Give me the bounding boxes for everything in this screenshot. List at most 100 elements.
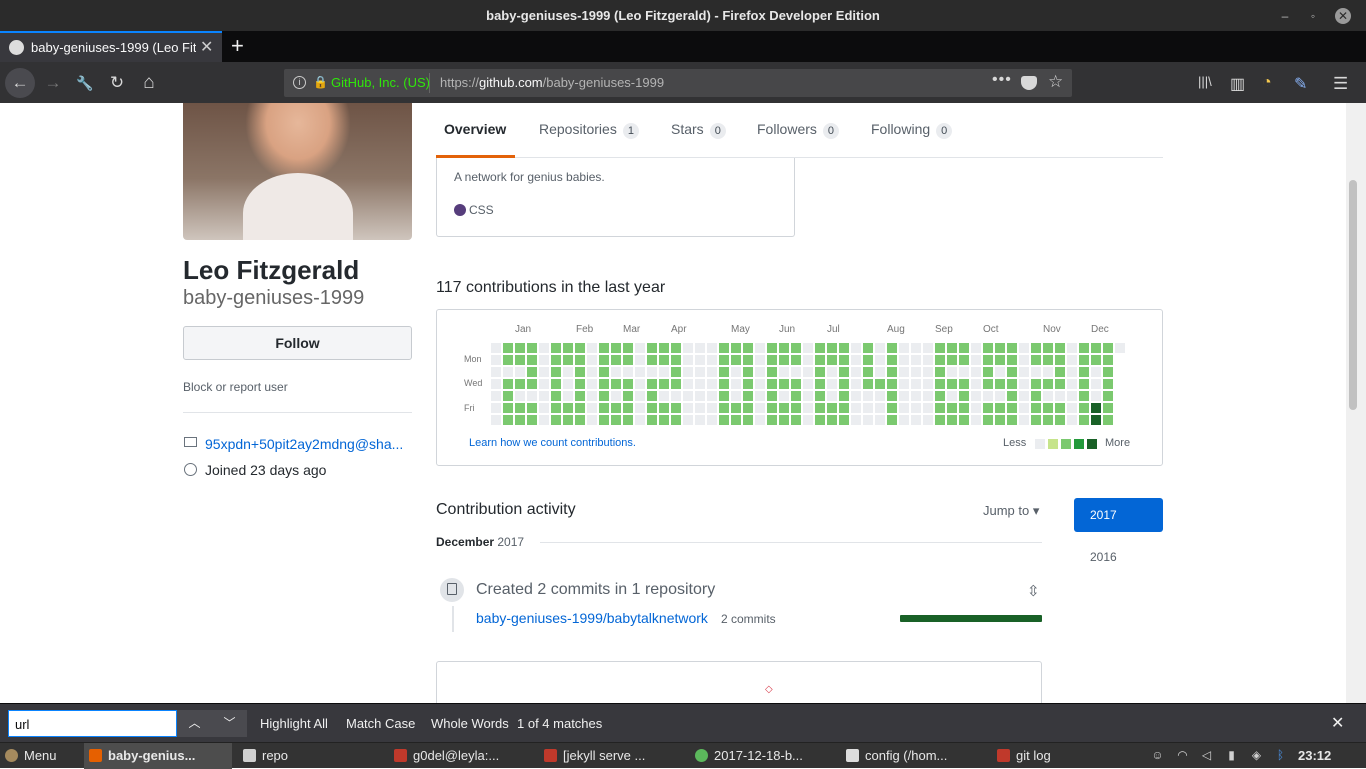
minimize-button[interactable]: – [1277, 8, 1293, 24]
year-2016-link[interactable]: 2016 [1090, 550, 1117, 564]
contribution-day[interactable] [983, 355, 993, 365]
hamburger-menu-icon[interactable]: ☰ [1333, 74, 1348, 94]
contribution-day[interactable] [827, 415, 837, 425]
contribution-day[interactable] [863, 379, 873, 389]
contribution-day[interactable] [527, 403, 537, 413]
contribution-day[interactable] [1067, 355, 1077, 365]
contribution-day[interactable] [971, 343, 981, 353]
contribution-day[interactable] [635, 343, 645, 353]
contribution-day[interactable] [575, 355, 585, 365]
contribution-day[interactable] [803, 379, 813, 389]
contribution-day[interactable] [491, 391, 501, 401]
contribution-day[interactable] [743, 379, 753, 389]
contribution-day[interactable] [1007, 343, 1017, 353]
taskbar-item-terminal[interactable]: g0del@leyla:... [389, 743, 535, 769]
close-window-button[interactable]: ✕ [1335, 8, 1351, 24]
battery-icon[interactable]: ▮ [1225, 748, 1238, 762]
bluetooth-icon[interactable]: ᛒ [1274, 748, 1287, 762]
contribution-day[interactable] [899, 391, 909, 401]
contribution-day[interactable] [779, 415, 789, 425]
contribution-day[interactable] [527, 415, 537, 425]
contribution-day[interactable] [743, 403, 753, 413]
contribution-day[interactable] [827, 403, 837, 413]
contribution-day[interactable] [1019, 379, 1029, 389]
contribution-day[interactable] [827, 379, 837, 389]
contribution-day[interactable] [587, 403, 597, 413]
contribution-day[interactable] [815, 343, 825, 353]
contribution-day[interactable] [1079, 379, 1089, 389]
contribution-day[interactable] [527, 343, 537, 353]
contribution-day[interactable] [1091, 379, 1101, 389]
contribution-day[interactable] [491, 367, 501, 377]
wifi-icon[interactable]: ◠ [1176, 748, 1189, 762]
tools-icon[interactable]: 🔧 [70, 68, 100, 98]
contribution-day[interactable] [731, 415, 741, 425]
contribution-day[interactable] [839, 391, 849, 401]
contribution-day[interactable] [887, 367, 897, 377]
contribution-day[interactable] [707, 403, 717, 413]
contribution-day[interactable] [755, 379, 765, 389]
contribution-day[interactable] [923, 403, 933, 413]
taskbar-item-jekyll[interactable]: [jekyll serve ... [539, 743, 685, 769]
contribution-day[interactable] [1079, 391, 1089, 401]
contribution-day[interactable] [1067, 403, 1077, 413]
contribution-day[interactable] [527, 355, 537, 365]
contribution-day[interactable] [635, 355, 645, 365]
contribution-day[interactable] [935, 403, 945, 413]
contribution-day[interactable] [791, 343, 801, 353]
contribution-day[interactable] [1031, 403, 1041, 413]
contribution-day[interactable] [503, 403, 513, 413]
contribution-day[interactable] [695, 343, 705, 353]
contribution-day[interactable] [935, 355, 945, 365]
contribution-day[interactable] [707, 379, 717, 389]
contribution-day[interactable] [1055, 391, 1065, 401]
contribution-day[interactable] [743, 391, 753, 401]
forward-button[interactable]: → [38, 68, 68, 98]
contribution-day[interactable] [863, 415, 873, 425]
contribution-day[interactable] [599, 343, 609, 353]
contribution-day[interactable] [491, 343, 501, 353]
contribution-day[interactable] [1055, 343, 1065, 353]
contribution-day[interactable] [899, 355, 909, 365]
contribution-day[interactable] [1031, 391, 1041, 401]
find-previous-button[interactable]: ︿ [177, 710, 212, 737]
contribution-day[interactable] [623, 391, 633, 401]
contribution-day[interactable] [911, 367, 921, 377]
contribution-day[interactable] [575, 343, 585, 353]
contribution-day[interactable] [671, 403, 681, 413]
contribution-day[interactable] [707, 355, 717, 365]
contribution-day[interactable] [767, 367, 777, 377]
contribution-day[interactable] [647, 415, 657, 425]
contribution-day[interactable] [803, 355, 813, 365]
contribution-day[interactable] [935, 343, 945, 353]
contribution-day[interactable] [599, 355, 609, 365]
contribution-day[interactable] [767, 355, 777, 365]
contribution-day[interactable] [1091, 403, 1101, 413]
contribution-day[interactable] [1043, 379, 1053, 389]
contribution-day[interactable] [1055, 355, 1065, 365]
contribution-day[interactable] [1079, 355, 1089, 365]
contribution-day[interactable] [971, 355, 981, 365]
contribution-day[interactable] [623, 355, 633, 365]
close-find-bar-icon[interactable]: ✕ [1331, 713, 1344, 733]
contribution-day[interactable] [851, 403, 861, 413]
contribution-day[interactable] [1067, 367, 1077, 377]
contribution-day[interactable] [911, 403, 921, 413]
new-tab-button[interactable]: + [231, 34, 244, 58]
reload-button[interactable]: ↻ [102, 68, 132, 98]
contribution-day[interactable] [923, 355, 933, 365]
tab-followers[interactable]: Followers 0 [757, 121, 840, 139]
contribution-day[interactable] [575, 367, 585, 377]
contribution-day[interactable] [683, 355, 693, 365]
contribution-day[interactable] [923, 415, 933, 425]
contribution-day[interactable] [947, 343, 957, 353]
contribution-day[interactable] [755, 391, 765, 401]
contribution-day[interactable] [1019, 391, 1029, 401]
contribution-day[interactable] [899, 403, 909, 413]
contribution-day[interactable] [551, 415, 561, 425]
contribution-day[interactable] [1103, 403, 1113, 413]
contribution-day[interactable] [659, 367, 669, 377]
contribution-day[interactable] [599, 391, 609, 401]
contribution-day[interactable] [1019, 403, 1029, 413]
taskbar-item-firefox[interactable]: baby-genius... [84, 743, 232, 769]
